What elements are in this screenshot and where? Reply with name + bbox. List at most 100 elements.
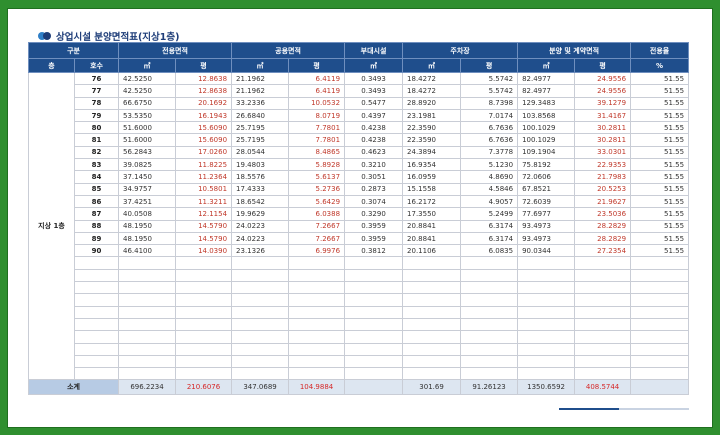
- cell-aux: 0.3812: [344, 244, 404, 258]
- cell-ex-p: [175, 367, 233, 381]
- table-row: 81 51.6000 15.6090 25.7195 7.7801 0.4238 22.35…: [29, 133, 690, 147]
- cell-co-p: 5.2736: [288, 182, 346, 196]
- cell-ct-m: [517, 342, 576, 356]
- cell-ex-m: [118, 367, 177, 381]
- cell-pk-p: 7.3778: [460, 145, 519, 160]
- cell-ratio: 51.55: [630, 244, 690, 258]
- unit-number-cell: [73, 330, 120, 344]
- cell-co-m: [231, 367, 290, 381]
- cell-ex-p: 14.5790: [175, 219, 233, 233]
- cell-ct-m: 72.6039: [517, 194, 576, 209]
- cell-pk-m: [402, 281, 462, 295]
- cell-co-p: [288, 330, 346, 344]
- cell-aux: [344, 305, 404, 319]
- cell-pk-m: 16.2172: [402, 194, 462, 209]
- unit-number-cell: [73, 317, 120, 332]
- cell-ratio: [630, 330, 690, 344]
- cell-ex-m: 37.4251: [118, 194, 177, 209]
- unit-number-cell: 87: [73, 207, 120, 221]
- cell-pk-m: 17.3550: [402, 207, 462, 221]
- cell-ex-m: [118, 256, 177, 270]
- subtotal-ct-p: 408.5744: [574, 379, 632, 396]
- cell-ex-p: [175, 354, 233, 369]
- cell-aux: 0.3074: [344, 194, 404, 209]
- cell-aux: 0.4397: [344, 108, 404, 123]
- horizontal-scroll-thumb[interactable]: [559, 408, 619, 410]
- col-common: 공용면적: [231, 42, 346, 59]
- cell-aux: [344, 268, 404, 283]
- cell-aux: [344, 354, 404, 369]
- table-row: 82 56.2843 17.0260 28.0544 8.4865 0.4623 24.38…: [29, 145, 690, 160]
- cell-ratio: 51.55: [630, 207, 690, 221]
- cell-co-m: 24.0223: [231, 231, 290, 246]
- table-row: 78 66.6750 20.1692 33.2336 10.0532 0.5477 28.8…: [29, 96, 690, 110]
- cell-co-p: [288, 367, 346, 381]
- cell-co-p: 7.7801: [288, 121, 346, 135]
- cell-ex-m: 42.5250: [118, 71, 177, 86]
- cell-ratio: [630, 342, 690, 356]
- table-row: [29, 354, 690, 369]
- cell-co-m: 17.4333: [231, 182, 290, 196]
- cell-pk-m: 16.9354: [402, 158, 462, 172]
- subtotal-co-p: 104.9884: [288, 379, 346, 396]
- cell-ct-p: [574, 256, 632, 270]
- cell-ratio: 51.55: [630, 158, 690, 172]
- cell-pk-p: 5.2499: [460, 207, 519, 221]
- cell-ct-p: [574, 354, 632, 369]
- subtotal-label: 소계: [27, 379, 120, 396]
- cell-pk-p: [460, 317, 519, 332]
- cell-ex-p: [175, 330, 233, 344]
- cell-ct-m: 103.8568: [517, 108, 576, 123]
- col-exclusive-sqm: ㎡: [118, 58, 177, 73]
- cell-ex-m: 66.6750: [118, 96, 177, 110]
- unit-number-cell: [73, 268, 120, 283]
- cell-aux: 0.4623: [344, 145, 404, 160]
- cell-ct-p: 28.2829: [574, 231, 632, 246]
- cell-pk-m: 22.3590: [402, 121, 462, 135]
- cell-co-m: 25.7195: [231, 133, 290, 147]
- horizontal-scroll-track[interactable]: [619, 408, 689, 410]
- cell-ct-m: 77.6977: [517, 207, 576, 221]
- cell-ct-p: 30.2811: [574, 121, 632, 135]
- cell-ratio: 51.55: [630, 219, 690, 233]
- cell-pk-m: 15.1558: [402, 182, 462, 196]
- cell-pk-m: 24.3894: [402, 145, 462, 160]
- unit-number-cell: 76: [73, 71, 120, 86]
- cell-ex-p: 15.6090: [175, 121, 233, 135]
- cell-ex-m: 37.1450: [118, 170, 177, 184]
- unit-number-cell: 88: [73, 219, 120, 233]
- cell-pk-p: 6.3174: [460, 231, 519, 246]
- cell-co-m: [231, 268, 290, 283]
- cell-pk-p: [460, 367, 519, 381]
- cell-co-p: [288, 281, 346, 295]
- cell-ex-m: [118, 330, 177, 344]
- subtotal-aux: [344, 379, 404, 396]
- cell-aux: 0.3959: [344, 219, 404, 233]
- cell-pk-m: 18.4272: [402, 71, 462, 86]
- cell-co-p: 6.9976: [288, 244, 346, 258]
- header-row-units: 층 호수 ㎡ 평 ㎡ 평 ㎡ ㎡ 평 ㎡ 평 %: [28, 58, 690, 73]
- cell-aux: [344, 256, 404, 270]
- cell-pk-p: [460, 256, 519, 270]
- cell-ratio: 51.55: [630, 182, 690, 196]
- cell-co-m: [231, 342, 290, 356]
- cell-co-m: 21.1962: [231, 71, 290, 86]
- cell-co-p: 5.6137: [288, 170, 346, 184]
- cell-aux: 0.3210: [344, 158, 404, 172]
- table-row: [29, 293, 690, 307]
- table-row: 83 39.0825 11.8225 19.4803 5.8928 0.3210 16.93…: [29, 158, 690, 172]
- table-row: [29, 342, 690, 356]
- table-row: 85 34.9757 10.5801 17.4333 5.2736 0.2873 15.15…: [29, 182, 690, 196]
- cell-ex-p: 14.0390: [175, 244, 233, 258]
- cell-ex-p: 12.8638: [175, 84, 233, 98]
- cell-co-p: [288, 342, 346, 356]
- unit-number-cell: [73, 354, 120, 369]
- cell-ct-m: [517, 305, 576, 319]
- floor-label: 지상 1층: [28, 71, 75, 381]
- cell-co-m: 18.6542: [231, 194, 290, 209]
- cell-ratio: 51.55: [630, 145, 690, 160]
- cell-pk-p: [460, 305, 519, 319]
- cell-pk-p: 4.9057: [460, 194, 519, 209]
- col-common-sqm: ㎡: [231, 58, 290, 73]
- cell-pk-m: 20.8841: [402, 231, 462, 246]
